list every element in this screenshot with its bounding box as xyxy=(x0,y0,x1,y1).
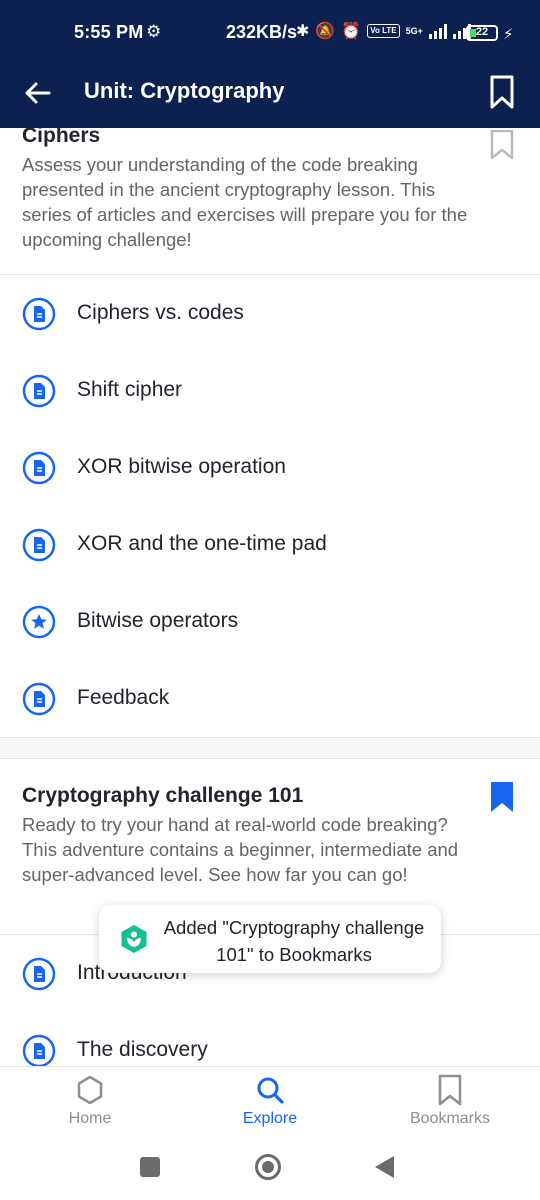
item-label: Shift cipher xyxy=(77,378,183,401)
list-item-the-discovery[interactable]: The discovery xyxy=(0,1012,540,1066)
search-icon xyxy=(257,1077,284,1104)
network-speed: 232KB/s xyxy=(226,22,298,42)
network-type: 5G+ xyxy=(405,26,423,36)
bluetooth-icon: ✱ xyxy=(296,23,310,40)
settings-gear-icon: ⚙ xyxy=(146,22,162,41)
nav-home[interactable]: Home xyxy=(0,1067,180,1141)
section-separator xyxy=(0,737,540,759)
recents-button[interactable] xyxy=(140,1157,160,1177)
status-icons: ✱ 🔕 ⏰ Vo LTE 5G+ xyxy=(296,21,471,41)
charging-icon: ⚡ xyxy=(503,26,514,43)
system-navigation-bar xyxy=(0,1140,540,1200)
item-label: XOR and the one-time pad xyxy=(77,532,327,555)
bookmark-unit-icon[interactable] xyxy=(490,75,514,109)
back-button[interactable] xyxy=(375,1156,394,1178)
bookmark-section-icon[interactable] xyxy=(490,130,514,160)
item-label: XOR bitwise operation xyxy=(77,455,286,478)
volte-badge: Vo LTE xyxy=(367,24,400,38)
nav-explore[interactable]: Explore xyxy=(180,1067,360,1141)
toast-message: Added "Cryptography challenge 101" to Bo… xyxy=(163,917,425,965)
hexagon-icon xyxy=(77,1075,103,1105)
home-button[interactable] xyxy=(255,1154,281,1180)
app-bar: Unit: Cryptography xyxy=(0,58,540,128)
page-title: Unit: Cryptography xyxy=(84,78,285,103)
list-item-xor-one-time-pad[interactable]: XOR and the one-time pad xyxy=(0,506,540,583)
nav-bookmarks[interactable]: Bookmarks xyxy=(360,1067,540,1141)
section-description-ciphers: Assess your understanding of the code br… xyxy=(22,154,468,250)
article-icon xyxy=(22,528,56,562)
star-icon xyxy=(22,605,56,639)
nav-home-label: Home xyxy=(68,1110,112,1127)
article-icon xyxy=(22,451,56,485)
section-description-challenge: Ready to try your hand at real-world cod… xyxy=(22,814,459,885)
list-item-feedback[interactable]: Feedback xyxy=(0,660,540,737)
item-label: Bitwise operators xyxy=(77,609,239,632)
item-label: Feedback xyxy=(77,686,170,709)
list-item-shift-cipher[interactable]: Shift cipher xyxy=(0,352,540,429)
nav-explore-label: Explore xyxy=(242,1110,298,1127)
back-arrow-icon[interactable] xyxy=(22,77,54,109)
article-icon xyxy=(22,957,56,991)
battery-icon: 22 xyxy=(466,25,498,41)
list-item-ciphers-vs-codes[interactable]: Ciphers vs. codes xyxy=(0,275,540,352)
section-title-challenge: Cryptography challenge 101 xyxy=(22,784,304,807)
bottom-navigation: Home Explore Bookmarks xyxy=(0,1066,540,1140)
status-time: 5:55 PM xyxy=(74,22,144,42)
item-label: The discovery xyxy=(77,1038,208,1061)
battery-level: 22 xyxy=(475,26,489,38)
signal-icon xyxy=(428,23,447,39)
list-item-xor-bitwise[interactable]: XOR bitwise operation xyxy=(0,429,540,506)
section-title-ciphers: Ciphers xyxy=(22,128,101,147)
khan-academy-logo-icon xyxy=(121,925,147,953)
article-icon xyxy=(22,374,56,408)
article-icon xyxy=(22,297,56,331)
article-icon xyxy=(22,682,56,716)
bookmark-filled-icon[interactable] xyxy=(490,782,514,812)
muted-bell-icon: 🔕 xyxy=(315,23,336,40)
status-bar: 5:55 PM ⚙ 232KB/s ✱ 🔕 ⏰ Vo LTE 5G+ 22 ⚡ xyxy=(0,0,540,58)
alarm-icon: ⏰ xyxy=(341,23,362,40)
item-label: Ciphers vs. codes xyxy=(77,301,244,324)
nav-bookmarks-label: Bookmarks xyxy=(409,1110,491,1127)
bookmark-toast: Added "Cryptography challenge 101" to Bo… xyxy=(99,905,441,973)
bookmark-icon xyxy=(438,1074,462,1106)
article-icon xyxy=(22,1034,56,1066)
list-item-bitwise-operators[interactable]: Bitwise operators xyxy=(0,583,540,660)
